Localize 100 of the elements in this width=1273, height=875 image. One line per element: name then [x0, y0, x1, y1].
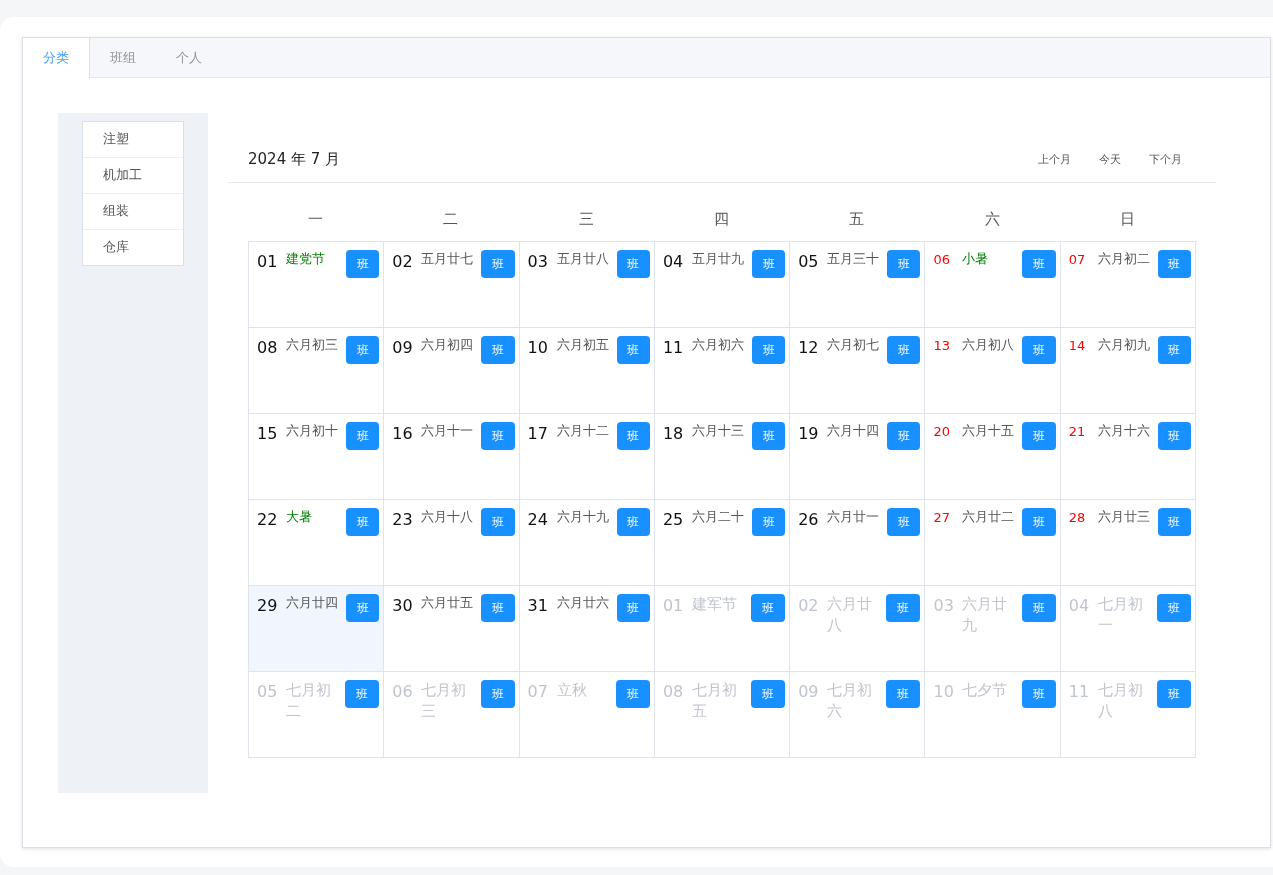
shift-button[interactable]: 班 — [481, 508, 515, 536]
shift-button[interactable]: 班 — [481, 336, 515, 364]
shift-button[interactable]: 班 — [751, 594, 786, 622]
day-cell[interactable]: 16 六月十一 班 — [384, 414, 520, 500]
shift-button[interactable]: 班 — [616, 508, 650, 536]
lunar-date: 六月十三 — [691, 422, 745, 440]
day-cell[interactable]: 21 六月十六 班 — [1060, 414, 1197, 500]
category-item[interactable]: 仓库 — [83, 230, 183, 265]
day-cell[interactable]: 04 五月廿九 班 — [654, 242, 791, 328]
shift-button[interactable]: 班 — [481, 422, 515, 450]
day-cell[interactable]: 14 六月初九 班 — [1060, 328, 1197, 414]
shift-button[interactable]: 班 — [616, 422, 650, 450]
shift-button[interactable]: 班 — [1021, 680, 1056, 708]
shift-button[interactable]: 班 — [1157, 422, 1192, 450]
day-cell[interactable]: 25 六月二十 班 — [654, 500, 791, 586]
day-number: 11 — [1068, 682, 1091, 701]
shift-button[interactable]: 班 — [346, 250, 380, 278]
day-cell[interactable]: 05 五月三十 班 — [790, 242, 926, 328]
category-item[interactable]: 注塑 — [83, 122, 183, 158]
day-cell[interactable]: 02 六月廿八 班 — [790, 586, 926, 672]
shift-button[interactable]: 班 — [616, 336, 650, 364]
day-cell[interactable]: 24 六月十九 班 — [519, 500, 655, 586]
lunar-date: 建党节 — [286, 250, 326, 268]
shift-button[interactable]: 班 — [1157, 336, 1192, 364]
shift-button[interactable]: 班 — [886, 680, 921, 708]
tab[interactable]: 班组 — [90, 38, 156, 77]
shift-button[interactable]: 班 — [346, 336, 380, 364]
shift-button[interactable]: 班 — [887, 422, 921, 450]
day-cell[interactable]: 08 七月初五 班 — [654, 672, 791, 758]
day-cell[interactable]: 28 六月廿三 班 — [1060, 500, 1197, 586]
day-cell[interactable]: 06 七月初三 班 — [384, 672, 520, 758]
day-cell[interactable]: 15 六月初十 班 — [249, 414, 385, 500]
nav-button[interactable]: 今天 — [1099, 151, 1121, 167]
shift-button[interactable]: 班 — [751, 336, 786, 364]
day-cell[interactable]: 17 六月十二 班 — [519, 414, 655, 500]
shift-button[interactable]: 班 — [615, 680, 650, 708]
day-cell[interactable]: 11 六月初六 班 — [654, 328, 791, 414]
day-cell[interactable]: 10 七夕节 班 — [925, 672, 1061, 758]
day-cell[interactable]: 01 建党节 班 — [249, 242, 385, 328]
day-cell[interactable]: 03 六月廿九 班 — [925, 586, 1061, 672]
day-number: 30 — [392, 596, 414, 615]
day-cell[interactable]: 31 六月廿六 班 — [519, 586, 655, 672]
category-item[interactable]: 组装 — [83, 194, 183, 230]
day-cell[interactable]: 13 六月初八 班 — [925, 328, 1061, 414]
day-cell[interactable]: 23 六月十八 班 — [384, 500, 520, 586]
tab[interactable]: 分类 — [23, 38, 90, 78]
shift-button[interactable]: 班 — [616, 594, 650, 622]
shift-button[interactable]: 班 — [1022, 422, 1056, 450]
nav-button[interactable]: 上个月 — [1038, 151, 1071, 167]
day-cell[interactable]: 11 七月初八 班 — [1060, 672, 1197, 758]
day-cell[interactable]: 02 五月廿七 班 — [384, 242, 520, 328]
lunar-date: 六月初三 — [286, 336, 339, 354]
shift-button[interactable]: 班 — [886, 594, 921, 622]
shift-button[interactable]: 班 — [480, 680, 515, 708]
shift-button[interactable]: 班 — [346, 422, 380, 450]
day-cell[interactable]: 09 七月初六 班 — [790, 672, 926, 758]
day-cell[interactable]: 06 小暑 班 — [925, 242, 1061, 328]
day-cell[interactable]: 12 六月初七 班 — [790, 328, 926, 414]
shift-button[interactable]: 班 — [1022, 336, 1056, 364]
day-cell[interactable]: 29 六月廿四 班 — [249, 586, 385, 672]
day-cell[interactable]: 20 六月十五 班 — [925, 414, 1061, 500]
tab[interactable]: 个人 — [156, 38, 222, 77]
shift-button[interactable]: 班 — [887, 508, 921, 536]
shift-button[interactable]: 班 — [887, 336, 921, 364]
shift-button[interactable]: 班 — [751, 508, 786, 536]
day-number: 01 — [662, 596, 685, 615]
shift-button[interactable]: 班 — [1157, 508, 1192, 536]
shift-button[interactable]: 班 — [1021, 594, 1056, 622]
shift-button[interactable]: 班 — [1157, 680, 1192, 708]
day-cell[interactable]: 08 六月初三 班 — [249, 328, 385, 414]
day-cell[interactable]: 10 六月初五 班 — [519, 328, 655, 414]
day-cell[interactable]: 07 六月初二 班 — [1060, 242, 1197, 328]
day-cell[interactable]: 03 五月廿八 班 — [519, 242, 655, 328]
shift-button[interactable]: 班 — [887, 250, 921, 278]
shift-button[interactable]: 班 — [751, 250, 786, 278]
day-cell[interactable]: 09 六月初四 班 — [384, 328, 520, 414]
day-cell[interactable]: 18 六月十三 班 — [654, 414, 791, 500]
day-cell[interactable]: 22 大暑 班 — [249, 500, 385, 586]
shift-button[interactable]: 班 — [1022, 250, 1056, 278]
shift-button[interactable]: 班 — [345, 680, 380, 708]
shift-button[interactable]: 班 — [1157, 250, 1192, 278]
lunar-date: 小暑 — [962, 250, 990, 268]
shift-button[interactable]: 班 — [346, 508, 380, 536]
shift-button[interactable]: 班 — [751, 680, 786, 708]
shift-button[interactable]: 班 — [751, 422, 786, 450]
shift-button[interactable]: 班 — [481, 250, 515, 278]
nav-button[interactable]: 下个月 — [1149, 151, 1182, 167]
day-cell[interactable]: 26 六月廿一 班 — [790, 500, 926, 586]
shift-button[interactable]: 班 — [1157, 594, 1192, 622]
day-cell[interactable]: 19 六月十四 班 — [790, 414, 926, 500]
shift-button[interactable]: 班 — [616, 250, 650, 278]
day-cell[interactable]: 30 六月廿五 班 — [384, 586, 520, 672]
day-cell[interactable]: 01 建军节 班 — [654, 586, 791, 672]
shift-button[interactable]: 班 — [481, 594, 515, 622]
day-cell[interactable]: 27 六月廿二 班 — [925, 500, 1061, 586]
shift-button[interactable]: 班 — [1022, 508, 1056, 536]
day-cell[interactable]: 07 立秋 班 — [519, 672, 655, 758]
day-cell[interactable]: 05 七月初二 班 — [249, 672, 385, 758]
category-item[interactable]: 机加工 — [83, 158, 183, 194]
shift-button[interactable]: 班 — [346, 594, 380, 622]
